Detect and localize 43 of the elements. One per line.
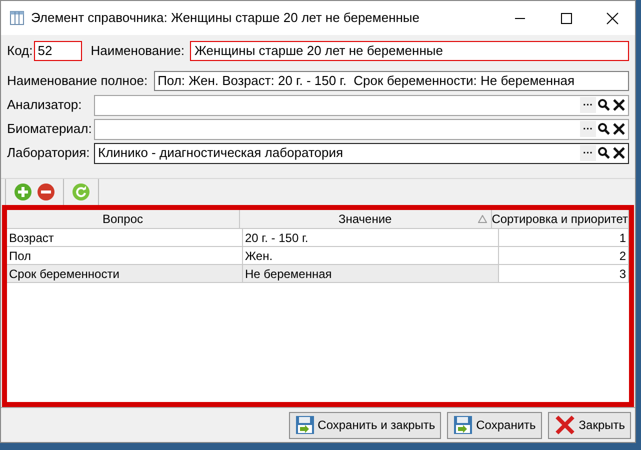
save-button[interactable]: Сохранить	[447, 412, 542, 438]
lookup-field[interactable]: ···	[94, 94, 629, 116]
floppy-icon	[294, 415, 315, 435]
ellipsis-button[interactable]: ···	[580, 145, 596, 161]
close-button[interactable]: Закрыть	[548, 412, 631, 438]
close-icon[interactable]	[612, 146, 626, 160]
table-row[interactable]: Возраст 20 г. - 150 г. 1	[7, 229, 629, 247]
search-icon[interactable]	[597, 98, 611, 112]
table-row[interactable]: Срок беременности Не беременная 3	[7, 265, 629, 283]
table-cell: Срок беременности	[7, 265, 243, 282]
field-label: Наименование:	[90, 42, 184, 60]
field-label: Лаборатория:	[7, 144, 90, 162]
table-cell: 3	[499, 265, 629, 282]
text-field[interactable]: Пол: Жен. Возраст: 20 г. - 150 г. Срок беременности: Не беременная	[154, 71, 629, 91]
lookup-field[interactable]: ···	[94, 118, 629, 140]
window-title: Элемент справочника: Женщины старше 20 лет не беременные	[31, 9, 421, 28]
floppy-icon	[453, 415, 474, 435]
close-icon[interactable]	[612, 122, 626, 136]
save-button[interactable]: Сохранить и закрыть	[288, 412, 442, 438]
text-field[interactable]: Женщины старше 20 лет не беременные	[190, 41, 629, 61]
ellipsis-button[interactable]: ···	[580, 97, 596, 113]
table-cell: Возраст	[7, 229, 243, 246]
search-icon[interactable]	[597, 122, 611, 136]
field-label: Код:	[7, 42, 33, 60]
column-header[interactable]: Значение	[240, 210, 492, 228]
close-icon[interactable]	[612, 98, 626, 112]
table-icon	[10, 11, 24, 25]
table-row[interactable]: Пол Жен. 2	[7, 247, 629, 265]
field-label: Анализатор:	[7, 96, 83, 114]
text-field[interactable]: 52	[34, 41, 82, 61]
field-label: Наименование полное:	[7, 72, 148, 90]
close-icon	[554, 414, 576, 436]
remove-icon[interactable]	[37, 183, 55, 201]
lookup-field[interactable]: Клинико - диагностическая лаборатория ···	[94, 142, 629, 164]
column-header[interactable]: Сортировка и приоритет	[492, 210, 629, 228]
field-label: Биоматериал:	[7, 120, 90, 138]
search-icon[interactable]	[597, 146, 611, 160]
ellipsis-button[interactable]: ···	[580, 121, 596, 137]
add-icon[interactable]	[14, 183, 32, 201]
column-header[interactable]: Вопрос	[7, 210, 240, 228]
table-cell: Пол	[7, 247, 243, 264]
field-value: Клинико - диагностическая лаборатория	[97, 144, 344, 162]
sort-icon	[478, 215, 487, 223]
